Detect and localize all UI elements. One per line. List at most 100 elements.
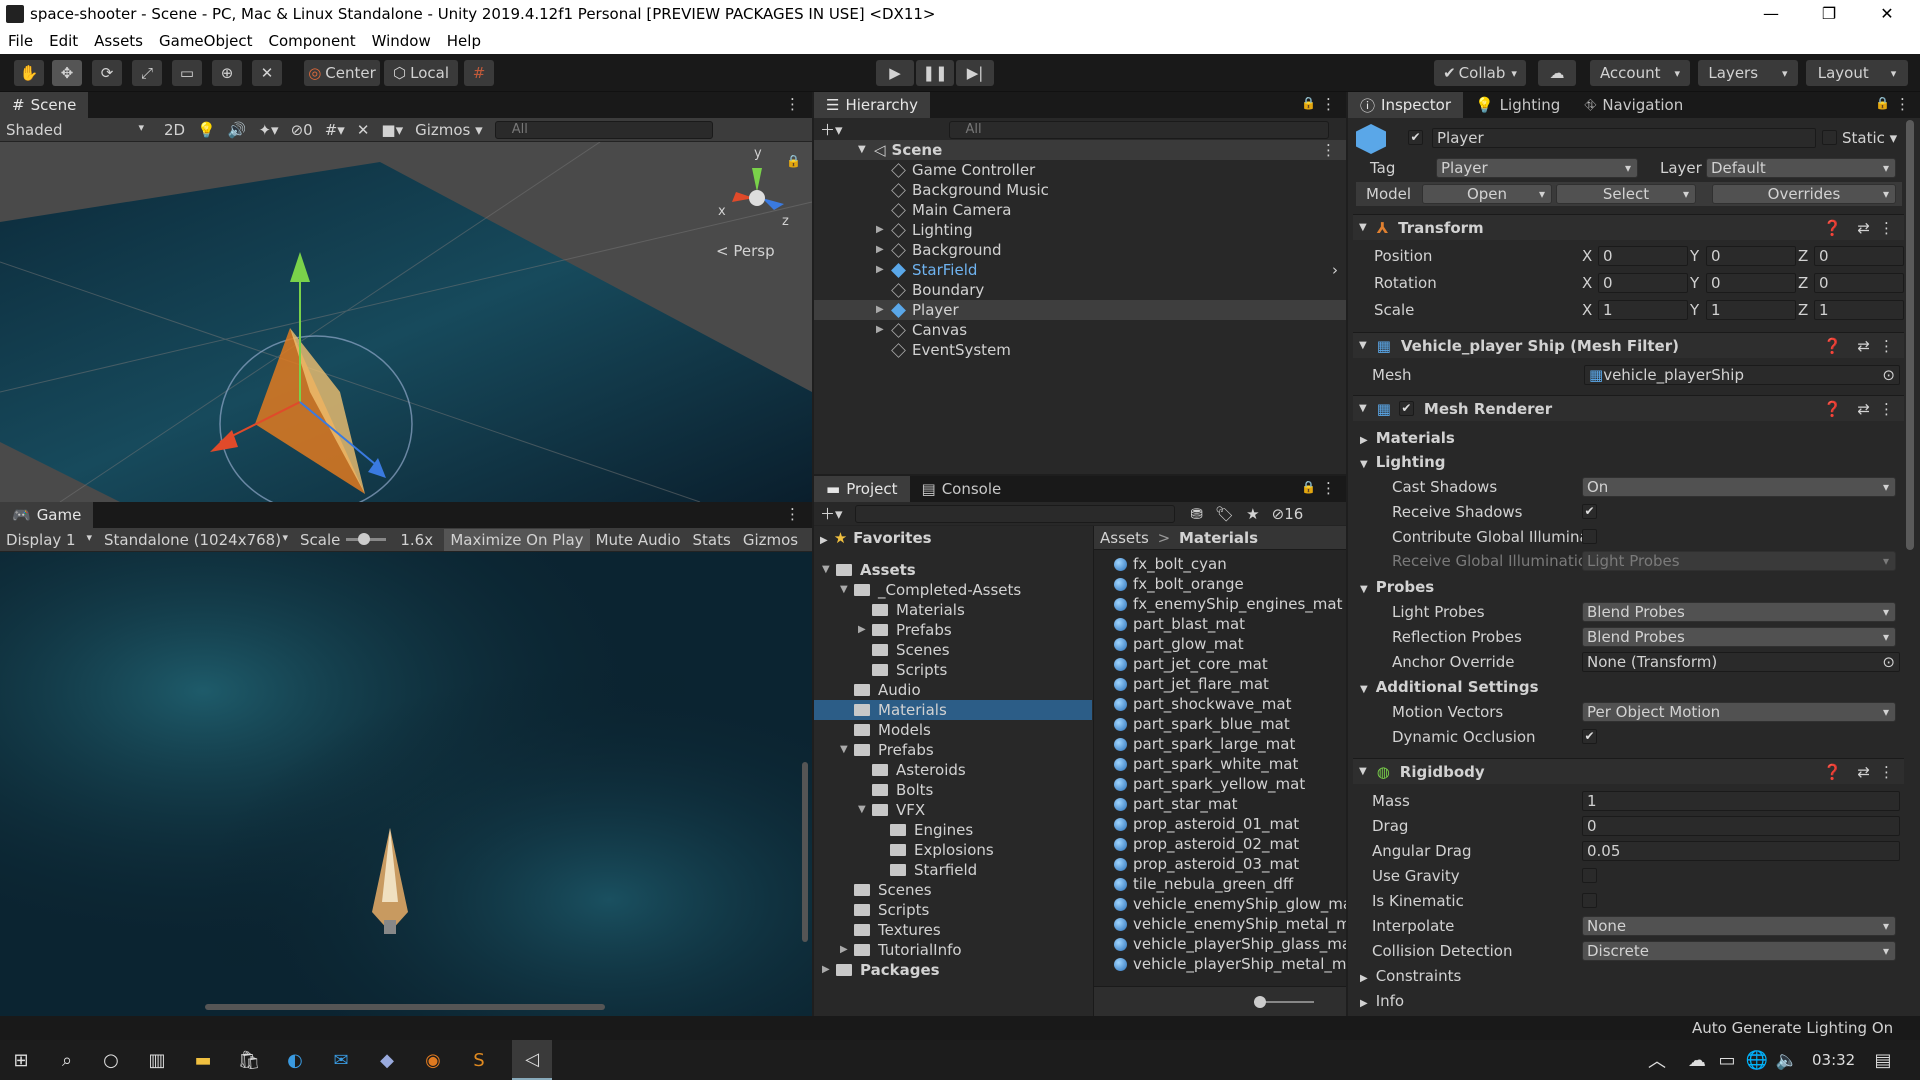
transform-z-field[interactable]: 0 [1814, 273, 1904, 293]
folder-tree-item[interactable]: Materials [814, 600, 1092, 620]
menu-component[interactable]: Component [261, 32, 364, 50]
folder-tree-item[interactable]: Scripts [814, 660, 1092, 680]
folder-tree-item[interactable]: Starfield [814, 860, 1092, 880]
mute-audio-toggle[interactable]: Mute Audio [590, 531, 687, 549]
folder-tree-item[interactable]: Asteroids [814, 760, 1092, 780]
favorites-row[interactable]: ▶ ★ Favorites [820, 528, 932, 548]
scene-search-input[interactable]: All [494, 120, 713, 139]
menu-edit[interactable]: Edit [41, 32, 86, 50]
object-picker-icon[interactable]: ⊙ [1882, 366, 1895, 384]
folder-tree-item[interactable]: Bolts [814, 780, 1092, 800]
folder-tree-item[interactable]: ▶ TutorialInfo [814, 940, 1092, 960]
notifications-icon[interactable]: ▤ [1870, 1048, 1896, 1072]
contribute-gi-checkbox[interactable] [1582, 529, 1597, 544]
active-checkbox[interactable]: ✔ [1408, 130, 1423, 145]
store-icon[interactable]: 🛍 [236, 1048, 262, 1072]
hierarchy-item[interactable]: Game Controller [814, 160, 1346, 180]
display-dropdown[interactable]: Display 1 ▾ [0, 531, 98, 549]
layout-dropdown[interactable]: Layout ▾ [1806, 60, 1908, 86]
volume-icon[interactable]: 🔈 [1774, 1048, 1800, 1072]
transform-x-field[interactable]: 0 [1598, 246, 1688, 266]
use-gravity-checkbox[interactable] [1582, 868, 1597, 883]
folder-tree-item[interactable]: Materials [814, 700, 1092, 720]
folder-tree-item[interactable]: ▶ Packages [814, 960, 1092, 980]
transform-x-field[interactable]: 1 [1598, 300, 1688, 320]
material-file-item[interactable]: part_spark_yellow_mat [1114, 774, 1346, 794]
mass-field[interactable]: 1 [1582, 791, 1900, 811]
layers-dropdown[interactable]: Layers ▾ [1698, 60, 1798, 86]
hierarchy-item[interactable]: ▶ Player [814, 300, 1346, 320]
help-icon[interactable]: ❓ [1823, 763, 1842, 781]
material-file-item[interactable]: fx_bolt_orange [1114, 574, 1346, 594]
gizmos-dropdown[interactable]: Gizmos ▾ [409, 121, 489, 139]
axis-label[interactable]: Z [1798, 273, 1808, 293]
material-file-item[interactable]: part_spark_large_mat [1114, 734, 1346, 754]
object-picker-icon[interactable]: ⊙ [1882, 653, 1895, 671]
hierarchy-item[interactable]: ▶ StarField › [814, 260, 1346, 280]
create-dropdown[interactable]: ＋▾ [814, 119, 849, 140]
drag-field[interactable]: 0 [1582, 816, 1900, 836]
folder-tree-item[interactable]: Textures [814, 920, 1092, 940]
additional-settings-foldout[interactable]: ▼ Additional Settings [1360, 677, 1539, 697]
folder-tree-item[interactable]: Explosions [814, 840, 1092, 860]
expand-arrow-icon[interactable]: ▶ [876, 240, 884, 260]
game-gizmos-toggle[interactable]: Gizmos [737, 531, 804, 549]
materials-foldout[interactable]: ▶ Materials [1360, 428, 1455, 448]
info-foldout[interactable]: ▶ Info [1360, 991, 1404, 1011]
folder-tree-item[interactable]: Models [814, 720, 1092, 740]
material-file-item[interactable]: vehicle_playerShip_metal_mat [1114, 954, 1346, 974]
app-icon[interactable]: ◆ [374, 1048, 400, 1072]
anchor-override-field[interactable]: None (Transform) ⊙ [1582, 652, 1900, 672]
pivot-local-button[interactable]: ⬡ Local [384, 60, 458, 86]
transform-header[interactable]: ▼ ⅄ Transform ❓ ⇄ ⋮ [1353, 214, 1904, 240]
tools-icon[interactable]: ✕ [351, 121, 376, 139]
step-button[interactable]: ▶| [956, 60, 994, 86]
help-icon[interactable]: ❓ [1823, 400, 1842, 418]
panel-menu-icon[interactable]: ⋮ [1895, 95, 1910, 113]
prefab-open-chevron-icon[interactable]: › [1332, 260, 1338, 280]
folder-tree-item[interactable]: ▼ _Completed-Assets [814, 580, 1092, 600]
static-dropdown[interactable]: Static ▾ [1842, 128, 1897, 148]
windows-start-icon[interactable]: ⊞ [8, 1048, 34, 1072]
transform-y-field[interactable]: 1 [1706, 300, 1796, 320]
lock-icon[interactable]: 🔒 [1875, 96, 1890, 110]
rigidbody-header[interactable]: ▼ ◍ Rigidbody ❓ ⇄ ⋮ [1353, 758, 1904, 784]
material-file-item[interactable]: prop_asteroid_03_mat [1114, 854, 1346, 874]
expand-arrow-icon[interactable]: ▶ [876, 220, 884, 240]
pivot-center-button[interactable]: ◎ Center [304, 60, 380, 86]
tab-game[interactable]: 🎮 Game [0, 502, 94, 528]
select-model-button[interactable]: Select [1556, 184, 1696, 204]
file-explorer-icon[interactable]: ▬ [190, 1048, 216, 1072]
breadcrumb-materials[interactable]: Materials [1179, 529, 1258, 547]
task-view-icon[interactable]: ▥ [144, 1048, 170, 1072]
panel-menu-icon[interactable]: ⋮ [785, 95, 800, 113]
network-icon[interactable]: 🌐 [1744, 1048, 1770, 1072]
cast-shadows-dropdown[interactable]: On [1582, 477, 1896, 497]
component-menu-icon[interactable]: ⋮ [1879, 763, 1894, 781]
rotate-tool-icon[interactable]: ⟳ [92, 60, 122, 86]
material-file-item[interactable]: vehicle_enemyShip_metal_ma [1114, 914, 1346, 934]
panel-menu-icon[interactable]: ⋮ [1321, 479, 1336, 497]
help-icon[interactable]: ❓ [1823, 219, 1842, 237]
slider-thumb[interactable] [1254, 996, 1266, 1008]
mesh-renderer-enabled-checkbox[interactable]: ✔ [1398, 401, 1414, 416]
component-menu-icon[interactable]: ⋮ [1879, 337, 1894, 355]
menu-gameobject[interactable]: GameObject [151, 32, 261, 50]
axis-label[interactable]: Y [1690, 300, 1699, 320]
folder-tree-item[interactable]: ▼ Assets [814, 560, 1092, 580]
axis-label[interactable]: Z [1798, 246, 1808, 266]
lock-icon[interactable]: 🔒 [1301, 480, 1316, 494]
maximize-button[interactable]: ❐ [1800, 0, 1858, 28]
effects-toggle-icon[interactable]: ✦▾ [252, 121, 284, 139]
edge-icon[interactable]: ◐ [282, 1048, 308, 1072]
projection-toggle[interactable]: < Persp [716, 242, 775, 260]
angular-drag-field[interactable]: 0.05 [1582, 841, 1900, 861]
hierarchy-item[interactable]: Main Camera [814, 200, 1346, 220]
folder-tree-item[interactable]: ▼ VFX [814, 800, 1092, 820]
lock-icon[interactable]: 🔒 [786, 154, 801, 168]
expand-arrow-icon[interactable]: ▶ [876, 320, 884, 340]
hierarchy-item[interactable]: EventSystem [814, 340, 1346, 360]
auto-lighting-status[interactable]: Auto Generate Lighting On [1692, 1016, 1893, 1040]
transform-x-field[interactable]: 0 [1598, 273, 1688, 293]
expand-arrow-icon[interactable]: ▶ [822, 960, 830, 980]
